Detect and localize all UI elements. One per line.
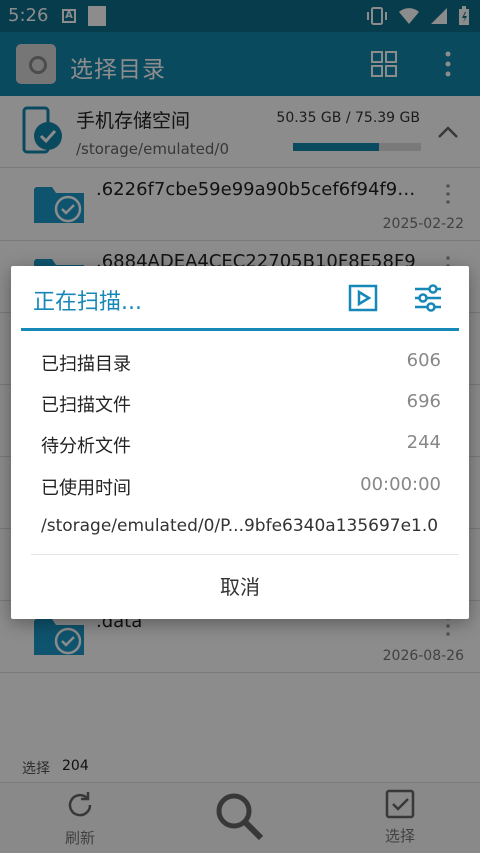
stat-row: 待分析文件 244 <box>41 432 441 462</box>
stat-label: 待分析文件 <box>41 436 131 457</box>
stat-row: 已扫描文件 696 <box>41 391 441 421</box>
stat-label: 已扫描目录 <box>41 354 131 375</box>
dialog-title: 正在扫描... <box>33 290 142 315</box>
stat-row: 已使用时间 00:00:00 <box>41 474 441 504</box>
stat-label: 已扫描文件 <box>41 395 131 416</box>
stat-row: 已扫描目录 606 <box>41 350 441 380</box>
play-icon[interactable] <box>348 284 378 312</box>
stat-label: 已使用时间 <box>41 478 131 499</box>
stat-value: 606 <box>406 350 441 371</box>
stat-value: 244 <box>406 432 441 453</box>
dialog-title-divider <box>21 328 459 331</box>
filter-settings-icon[interactable] <box>413 284 443 312</box>
stat-value: 696 <box>406 391 441 412</box>
scanning-dialog: 正在扫描... 已扫描目录 606 已扫描文件 696 待分析文件 244 已使… <box>11 266 469 619</box>
current-scan-path: /storage/emulated/0/P...9bfe6340a135697e… <box>41 516 439 536</box>
stat-value: 00:00:00 <box>360 474 441 495</box>
cancel-button[interactable]: 取消 <box>11 555 469 619</box>
